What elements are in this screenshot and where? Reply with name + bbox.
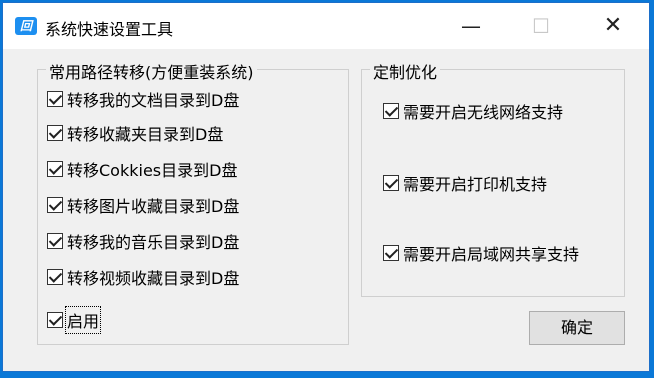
checkbox-move-favorites[interactable]: 转移收藏夹目录到D盘 bbox=[47, 121, 223, 145]
checkbox-label: 需要开启局域网共享支持 bbox=[403, 245, 580, 264]
checkbox-checked-icon[interactable] bbox=[47, 233, 63, 249]
checkbox-move-cookies[interactable]: 转移Cokkies目录到D盘 bbox=[47, 157, 237, 181]
checkbox-move-documents[interactable]: 转移我的文档目录到D盘 bbox=[47, 87, 239, 111]
checkbox-printer-support[interactable]: 需要开启打印机支持 bbox=[383, 171, 547, 195]
minimize-button[interactable]: — bbox=[441, 3, 501, 49]
maximize-button[interactable]: ☐ bbox=[511, 3, 571, 49]
checkbox-checked-icon[interactable] bbox=[47, 312, 63, 328]
group-title-common-paths: 常用路径转移(方便重装系统) bbox=[46, 59, 257, 83]
checkbox-label: 转移我的文档目录到D盘 bbox=[67, 91, 240, 110]
close-button[interactable]: ✕ bbox=[583, 3, 643, 49]
checkbox-checked-icon[interactable] bbox=[47, 161, 63, 177]
group-title-custom-optimize: 定制优化 bbox=[370, 59, 441, 83]
checkbox-lan-sharing-support[interactable]: 需要开启局域网共享支持 bbox=[383, 241, 579, 265]
ok-button[interactable]: 确定 bbox=[529, 311, 625, 345]
checkbox-checked-icon[interactable] bbox=[383, 175, 399, 191]
checkbox-label: 转移我的音乐目录到D盘 bbox=[67, 233, 240, 252]
checkbox-label: 转移图片收藏目录到D盘 bbox=[67, 197, 240, 216]
checkbox-move-videos[interactable]: 转移视频收藏目录到D盘 bbox=[47, 265, 239, 289]
checkbox-move-pictures[interactable]: 转移图片收藏目录到D盘 bbox=[47, 193, 239, 217]
checkbox-checked-icon[interactable] bbox=[47, 197, 63, 213]
checkbox-label: 转移视频收藏目录到D盘 bbox=[67, 269, 240, 288]
checkbox-checked-icon[interactable] bbox=[383, 245, 399, 261]
checkbox-checked-icon[interactable] bbox=[47, 125, 63, 141]
checkbox-enable[interactable]: 启用 bbox=[47, 306, 102, 334]
checkbox-move-music[interactable]: 转移我的音乐目录到D盘 bbox=[47, 229, 239, 253]
checkbox-label: 启用 bbox=[64, 306, 102, 334]
checkbox-checked-icon[interactable] bbox=[47, 91, 63, 107]
title-bar[interactable]: 回 系统快速设置工具 — ☐ ✕ bbox=[3, 3, 649, 49]
app-icon: 回 bbox=[15, 17, 37, 35]
checkbox-wireless-support[interactable]: 需要开启无线网络支持 bbox=[383, 99, 563, 123]
checkbox-label: 需要开启无线网络支持 bbox=[403, 103, 564, 122]
checkbox-checked-icon[interactable] bbox=[383, 103, 399, 119]
app-window: 回 系统快速设置工具 — ☐ ✕ 常用路径转移(方便重装系统) 转移我的文档目录… bbox=[2, 2, 650, 372]
checkbox-label: 需要开启打印机支持 bbox=[403, 175, 548, 194]
checkbox-label: 转移Cokkies目录到D盘 bbox=[67, 161, 238, 180]
checkbox-label: 转移收藏夹目录到D盘 bbox=[67, 125, 224, 144]
checkbox-checked-icon[interactable] bbox=[47, 269, 63, 285]
window-title: 系统快速设置工具 bbox=[45, 20, 174, 39]
